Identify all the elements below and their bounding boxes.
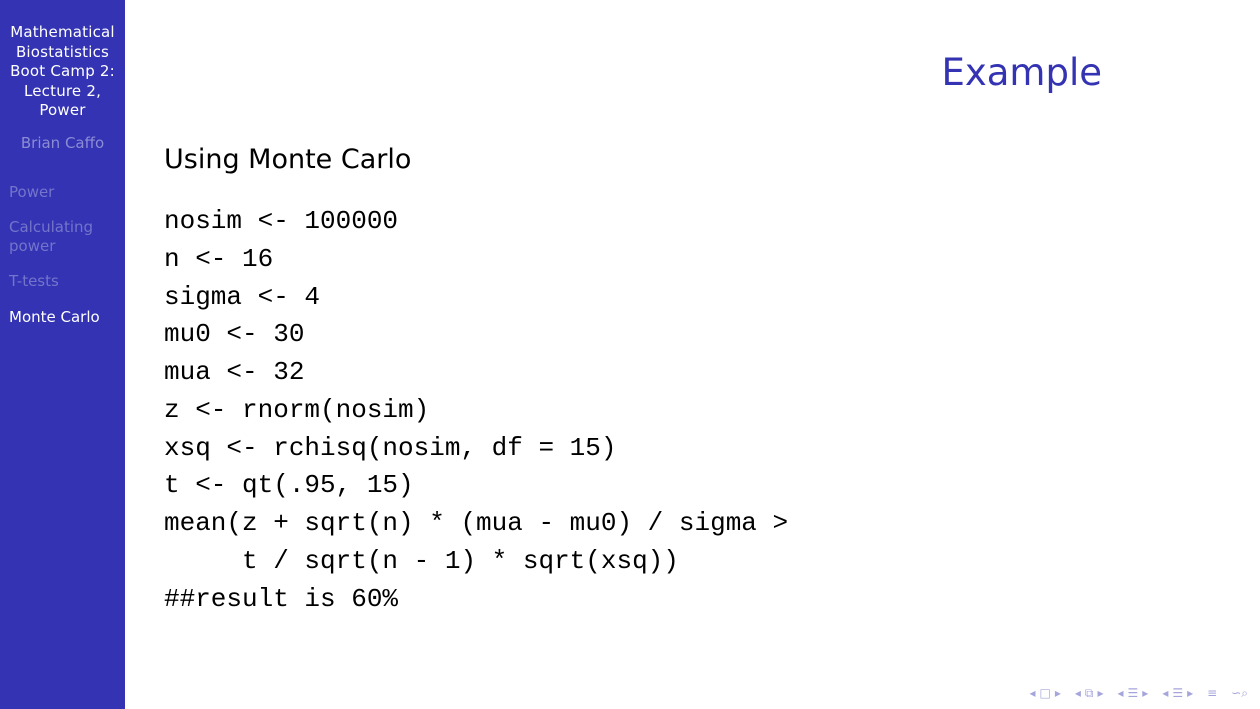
align-icon[interactable]: ≡	[1205, 686, 1219, 700]
code-line: nosim <- 100000	[164, 206, 399, 236]
nav-right-icon[interactable]: ▸	[1095, 686, 1105, 700]
code-line: mean(z + sqrt(n) * (mua - mu0) / sigma >	[164, 508, 789, 538]
nav-left-icon[interactable]: ◂	[1160, 686, 1170, 700]
code-line: z <- rnorm(nosim)	[164, 394, 430, 425]
code-line: t <- qt(.95, 15)	[164, 470, 414, 501]
code-line: mu0 <- 30	[164, 319, 305, 350]
sidebar-item-power[interactable]: Power	[9, 183, 121, 202]
nav-left-icon[interactable]: ◂	[1027, 686, 1037, 700]
code-line: xsq <- rchisq(nosim, df = 15)	[164, 432, 617, 463]
slide-subtitle: Using Monte Carlo	[164, 144, 412, 175]
sidebar-item-label: Calculating	[9, 218, 94, 236]
doc-icon[interactable]: ☰	[1170, 686, 1185, 700]
presentation-title[interactable]: Mathematical Biostatistics Boot Camp 2: …	[0, 23, 125, 121]
nav-left-icon[interactable]: ◂	[1073, 686, 1083, 700]
code-line: n <- 16	[164, 243, 274, 274]
nav-right-icon[interactable]: ▸	[1053, 686, 1063, 700]
slide-title: Example	[941, 51, 1102, 94]
code-line: t / sqrt(n - 1) * sqrt(xsq))	[164, 545, 679, 576]
section-icon[interactable]: ☰	[1126, 686, 1141, 700]
subsection-icon[interactable]: ⧉	[1083, 686, 1096, 701]
search-icon[interactable]: ∽⌕	[1229, 686, 1250, 701]
navigation-bar: ◂ □ ▸ ◂ ⧉ ▸ ◂ ☰ ▸ ◂ ☰ ▸ ≡ ∽⌕	[1027, 684, 1250, 702]
sidebar-item-label: power	[9, 237, 56, 255]
code-block: nosim <- 100000 n <- 16 sigma <- 4 mu0 <- 3…	[164, 203, 788, 618]
sidebar-item-calculating-power[interactable]: Calculating power	[9, 218, 121, 256]
frame-icon[interactable]: □	[1037, 686, 1052, 700]
code-line: mua <- 32	[164, 357, 305, 387]
title-line: Power	[39, 101, 86, 119]
title-line: Biostatistics	[15, 42, 110, 61]
nav-right-icon[interactable]: ▸	[1185, 686, 1195, 700]
nav-left-icon[interactable]: ◂	[1116, 686, 1126, 700]
code-line: sigma <- 4	[164, 281, 321, 312]
sidebar-item-monte-carlo[interactable]: Monte Carlo	[9, 308, 121, 327]
code-line: ##result is 60%	[164, 583, 399, 614]
sidebar: Mathematical Biostatistics Boot Camp 2: …	[0, 0, 125, 709]
nav-right-icon[interactable]: ▸	[1140, 686, 1150, 700]
sidebar-item-t-tests[interactable]: T-tests	[9, 272, 121, 291]
title-line: Boot Camp 2:	[10, 62, 115, 80]
author-name[interactable]: Brian Caffo	[0, 133, 125, 153]
title-line: Lecture 2,	[23, 81, 102, 100]
title-line: Mathematical	[10, 23, 115, 41]
